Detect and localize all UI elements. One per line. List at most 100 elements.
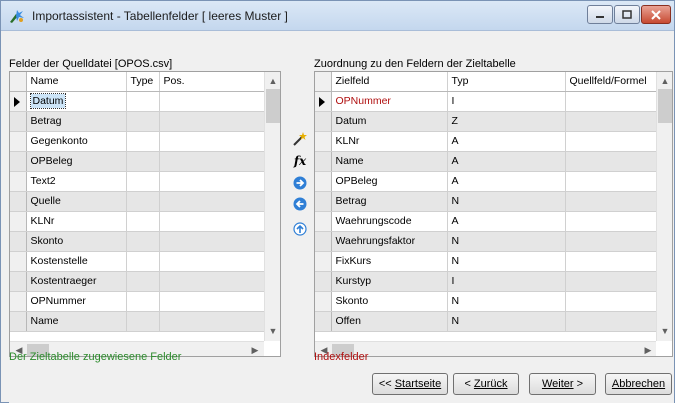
row-indicator[interactable]	[10, 311, 27, 332]
table-row[interactable]: KLNr A	[315, 131, 658, 152]
row-indicator[interactable]	[315, 191, 332, 212]
cell-name[interactable]: Betrag	[26, 111, 127, 132]
cell-pos[interactable]	[159, 171, 265, 192]
cell-name[interactable]: OPBeleg	[26, 151, 127, 172]
table-row[interactable]: Kostentraeger	[10, 271, 265, 292]
row-indicator[interactable]	[315, 251, 332, 272]
table-row[interactable]: Name	[10, 311, 265, 332]
cell-zielfeld[interactable]: Kurstyp	[331, 271, 448, 292]
cell-type[interactable]	[126, 251, 160, 272]
cell-zielfeld[interactable]: Waehrungsfaktor	[331, 231, 448, 252]
column-header-type[interactable]: Type	[126, 72, 160, 92]
table-row[interactable]: Gegenkonto	[10, 131, 265, 152]
minimize-button[interactable]	[587, 5, 613, 24]
cell-pos[interactable]	[159, 131, 265, 152]
cell-pos[interactable]	[159, 291, 265, 312]
start-page-button[interactable]: << Startseite	[372, 373, 448, 395]
cell-pos[interactable]	[159, 151, 265, 172]
cell-zielfeld[interactable]: KLNr	[331, 131, 448, 152]
cell-name[interactable]: Text2	[26, 171, 127, 192]
table-row[interactable]: Kurstyp I	[315, 271, 658, 292]
cell-zielfeld[interactable]: Offen	[331, 311, 448, 332]
column-header-quellfeld[interactable]: Quellfeld/Formel	[565, 72, 658, 92]
cell-name[interactable]: Datum	[26, 91, 127, 112]
table-row[interactable]: Quelle	[10, 191, 265, 212]
cell-quellfeld[interactable]	[565, 91, 658, 112]
cell-quellfeld[interactable]	[565, 151, 658, 172]
row-indicator[interactable]	[315, 171, 332, 192]
cell-zielfeld[interactable]: Datum	[331, 111, 448, 132]
cell-typ[interactable]: A	[447, 131, 566, 152]
table-row[interactable]: OPNummer I	[315, 91, 658, 112]
cell-typ[interactable]: I	[447, 91, 566, 112]
cell-quellfeld[interactable]	[565, 111, 658, 132]
row-indicator[interactable]	[315, 291, 332, 312]
cell-zielfeld[interactable]: Betrag	[331, 191, 448, 212]
cell-pos[interactable]	[159, 251, 265, 272]
scroll-thumb[interactable]	[266, 89, 280, 123]
cell-typ[interactable]: A	[447, 171, 566, 192]
cell-name[interactable]: Skonto	[26, 231, 127, 252]
close-button[interactable]	[641, 5, 671, 24]
cell-quellfeld[interactable]	[565, 131, 658, 152]
cell-quellfeld[interactable]	[565, 311, 658, 332]
row-indicator[interactable]	[10, 251, 27, 272]
table-row[interactable]: Skonto N	[315, 291, 658, 312]
cell-type[interactable]	[126, 151, 160, 172]
row-indicator[interactable]	[10, 111, 27, 132]
table-row[interactable]: KLNr	[10, 211, 265, 232]
cell-type[interactable]	[126, 271, 160, 292]
table-row[interactable]: Name A	[315, 151, 658, 172]
row-indicator[interactable]	[10, 171, 27, 192]
cell-type[interactable]	[126, 111, 160, 132]
scroll-right-icon[interactable]: ▶	[641, 343, 655, 356]
cell-quellfeld[interactable]	[565, 211, 658, 232]
scroll-right-icon[interactable]: ▶	[248, 343, 262, 356]
table-row[interactable]: Datum Z	[315, 111, 658, 132]
formula-fx-icon[interactable]: fx	[292, 153, 308, 169]
cell-zielfeld[interactable]: FixKurs	[331, 251, 448, 272]
cell-typ[interactable]: N	[447, 291, 566, 312]
row-indicator[interactable]	[315, 151, 332, 172]
cell-type[interactable]	[126, 191, 160, 212]
arrow-right-icon[interactable]	[292, 175, 308, 191]
cell-name[interactable]: Kostenstelle	[26, 251, 127, 272]
cell-typ[interactable]: A	[447, 151, 566, 172]
target-vertical-scrollbar[interactable]: ▲ ▼	[656, 72, 672, 341]
target-fields-grid[interactable]: Zielfeld Typ Quellfeld/Formel OPNummer I D…	[314, 71, 673, 357]
cell-typ[interactable]: N	[447, 231, 566, 252]
cell-typ[interactable]: N	[447, 311, 566, 332]
cell-typ[interactable]: A	[447, 211, 566, 232]
next-button[interactable]: Weiter >	[529, 373, 596, 395]
table-row[interactable]: Waehrungsfaktor N	[315, 231, 658, 252]
cell-name[interactable]: Name	[26, 311, 127, 332]
cell-name[interactable]: Kostentraeger	[26, 271, 127, 292]
cell-quellfeld[interactable]	[565, 291, 658, 312]
row-indicator[interactable]	[315, 91, 332, 112]
cell-zielfeld[interactable]: Name	[331, 151, 448, 172]
table-row[interactable]: Offen N	[315, 311, 658, 332]
table-row[interactable]: Datum	[10, 91, 265, 112]
column-header-zielfeld[interactable]: Zielfeld	[331, 72, 448, 92]
cell-zielfeld[interactable]: Waehrungscode	[331, 211, 448, 232]
cell-name[interactable]: Quelle	[26, 191, 127, 212]
source-fields-grid[interactable]: Name Type Pos. Datum Betrag Gegenkonto OPBe…	[9, 71, 281, 357]
cell-pos[interactable]	[159, 111, 265, 132]
cell-type[interactable]	[126, 131, 160, 152]
table-row[interactable]: OPNummer	[10, 291, 265, 312]
cell-name[interactable]: OPNummer	[26, 291, 127, 312]
row-indicator[interactable]	[315, 311, 332, 332]
cell-type[interactable]	[126, 231, 160, 252]
row-indicator[interactable]	[10, 131, 27, 152]
cell-type[interactable]	[126, 211, 160, 232]
scroll-up-icon[interactable]: ▲	[266, 74, 280, 88]
cell-pos[interactable]	[159, 211, 265, 232]
cell-zielfeld[interactable]: Skonto	[331, 291, 448, 312]
arrow-up-icon[interactable]	[292, 221, 308, 237]
cell-typ[interactable]: Z	[447, 111, 566, 132]
scroll-down-icon[interactable]: ▼	[658, 324, 672, 338]
back-button[interactable]: < Zurück	[453, 373, 519, 395]
row-indicator[interactable]	[315, 271, 332, 292]
cancel-button[interactable]: Abbrechen	[605, 373, 672, 395]
table-row[interactable]: Waehrungscode A	[315, 211, 658, 232]
